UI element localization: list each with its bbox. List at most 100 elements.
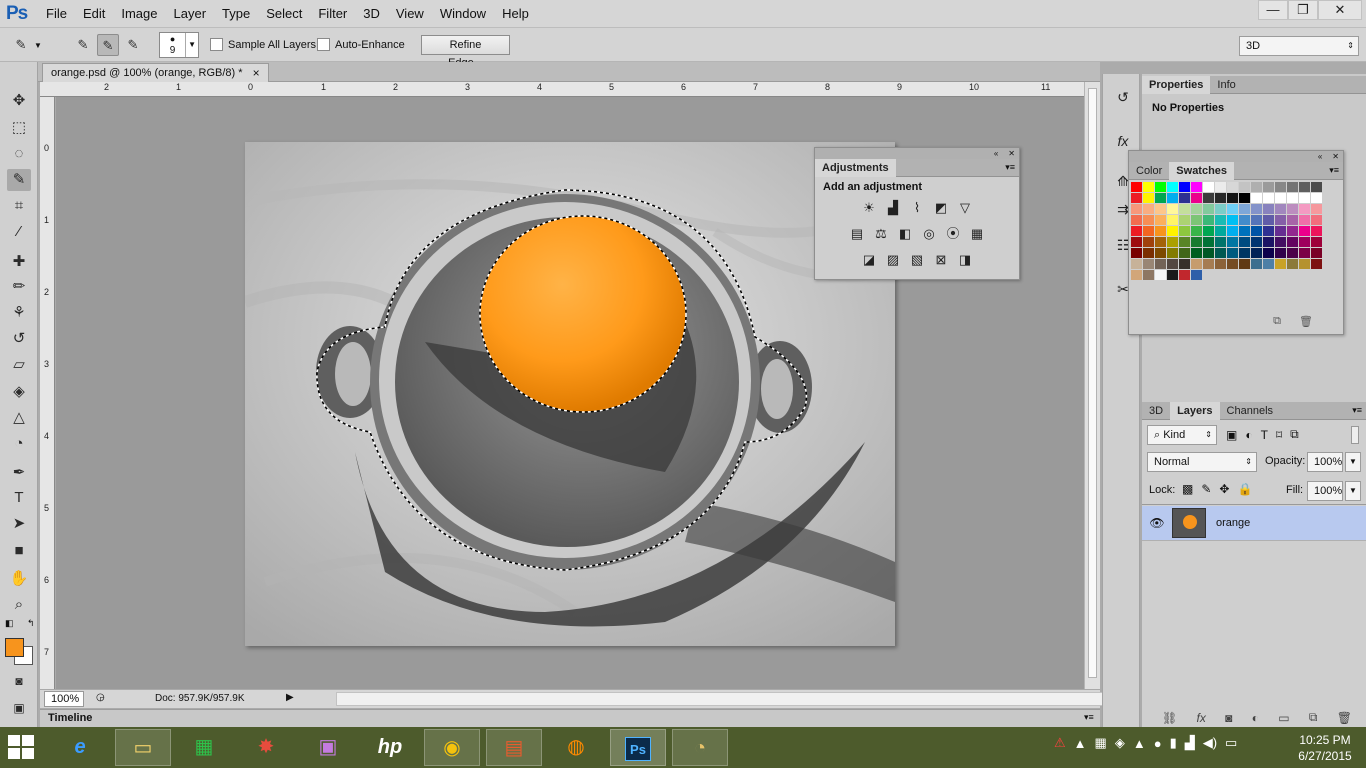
color-swatch[interactable] xyxy=(1299,259,1310,269)
tab-3d[interactable]: 3D xyxy=(1142,402,1170,420)
smart-object-filter-icon[interactable]: ⧉ xyxy=(1290,427,1299,442)
color-swatch[interactable] xyxy=(1167,248,1178,258)
invert-icon[interactable]: ◪ xyxy=(859,251,879,269)
menu-file[interactable]: File xyxy=(38,0,75,28)
color-swatch[interactable] xyxy=(1227,259,1238,269)
color-swatch[interactable] xyxy=(1263,204,1274,214)
color-swatch[interactable] xyxy=(1227,237,1238,247)
quick-selection-preset-icon[interactable]: ✎ xyxy=(10,34,32,56)
color-swatch[interactable] xyxy=(1203,204,1214,214)
workspace-select[interactable]: 3D ⇕ xyxy=(1239,36,1359,56)
quick-selection-tool-icon[interactable]: ✎ xyxy=(7,169,31,191)
chevron-down-icon[interactable]: ▼ xyxy=(34,41,42,50)
adjustment-layer-icon[interactable]: ◐ xyxy=(1252,711,1259,725)
styles-icon[interactable]: fx xyxy=(1112,130,1134,152)
default-colors-icon[interactable]: ◧ xyxy=(5,618,14,629)
vertical-scroll-thumb[interactable] xyxy=(1088,88,1097,678)
levels-icon[interactable]: ▟ xyxy=(883,199,903,217)
collapse-panel-icon[interactable]: « xyxy=(994,149,998,158)
color-swatch[interactable] xyxy=(1263,193,1274,203)
canvas-area[interactable]: « ✕ Adjustments ▾≡ Add an adjustment ☀ ▟… xyxy=(56,97,1084,689)
healing-brush-tool-icon[interactable]: ✚ xyxy=(7,251,31,273)
color-swatch[interactable] xyxy=(1263,248,1274,258)
color-swatch[interactable] xyxy=(1311,248,1322,258)
color-swatch[interactable] xyxy=(1227,215,1238,225)
color-swatch[interactable] xyxy=(1143,237,1154,247)
color-swatch[interactable] xyxy=(1263,215,1274,225)
tray-app-icon[interactable]: ● xyxy=(1154,736,1162,751)
eye-icon[interactable]: 👁 xyxy=(1142,516,1172,530)
history-icon[interactable]: ↺ xyxy=(1112,86,1134,108)
pen-tool-icon[interactable]: ✒ xyxy=(7,462,31,484)
subtract-from-selection-icon[interactable]: ✎ xyxy=(122,34,144,56)
refine-edge-button[interactable]: Refine Edge... xyxy=(421,35,510,69)
panel-menu-icon[interactable]: ▾≡ xyxy=(1084,712,1094,723)
tab-adjustments[interactable]: Adjustments xyxy=(815,158,896,177)
color-swatch[interactable] xyxy=(1251,204,1262,214)
photo-filter-icon[interactable]: ◎ xyxy=(919,225,939,243)
color-swatch[interactable] xyxy=(1191,248,1202,258)
firefox-icon[interactable]: ◍ xyxy=(548,729,604,766)
eyedropper-tool-icon[interactable]: ⁄ xyxy=(7,221,31,243)
swatch-grid[interactable] xyxy=(1131,182,1327,280)
path-selection-tool-icon[interactable]: ➤ xyxy=(7,513,31,535)
color-swatch[interactable] xyxy=(1239,193,1250,203)
color-swatch[interactable] xyxy=(1179,259,1190,269)
collapse-panel-icon[interactable]: « xyxy=(1318,152,1322,161)
color-swatch[interactable] xyxy=(1143,270,1154,280)
color-swatch[interactable] xyxy=(1239,182,1250,192)
color-swatch[interactable] xyxy=(1143,182,1154,192)
channel-mixer-icon[interactable]: ⦿ xyxy=(943,225,963,243)
filter-toggle[interactable] xyxy=(1351,426,1359,444)
type-tool-icon[interactable]: T xyxy=(7,487,31,509)
zoom-field[interactable]: 100% xyxy=(44,691,84,707)
vibrance-icon[interactable]: ▽ xyxy=(955,199,975,217)
color-swatch[interactable] xyxy=(1215,204,1226,214)
history-brush-tool-icon[interactable]: ↺ xyxy=(7,328,31,350)
color-swatch[interactable] xyxy=(1275,259,1286,269)
adjustment-filter-icon[interactable]: ◐ xyxy=(1245,428,1252,442)
color-swatch[interactable] xyxy=(1131,204,1142,214)
paint-palette-icon[interactable]: ◔ xyxy=(672,729,728,766)
curves-icon[interactable]: ⌇ xyxy=(907,199,927,217)
color-swatch[interactable] xyxy=(1179,215,1190,225)
color-swatch[interactable] xyxy=(1179,193,1190,203)
close-panel-icon[interactable]: ✕ xyxy=(1008,149,1015,158)
color-swatch[interactable] xyxy=(1131,215,1142,225)
color-swatch[interactable] xyxy=(1143,193,1154,203)
color-swatch[interactable] xyxy=(1275,193,1286,203)
hue-saturation-icon[interactable]: ▤ xyxy=(847,225,867,243)
color-swatch[interactable] xyxy=(1155,259,1166,269)
color-swatch[interactable] xyxy=(1311,204,1322,214)
color-swatch[interactable] xyxy=(1263,226,1274,236)
color-swatch[interactable] xyxy=(1203,237,1214,247)
threshold-icon[interactable]: ▧ xyxy=(907,251,927,269)
notification-alert-icon[interactable]: ⚠ xyxy=(1054,735,1066,751)
menu-3d[interactable]: 3D xyxy=(355,0,388,28)
marquee-tool-icon[interactable]: ⬚ xyxy=(7,117,31,139)
fill-field[interactable]: 100% xyxy=(1307,481,1343,501)
screen-mode-icon[interactable]: ▣ xyxy=(7,697,31,719)
color-swatch[interactable] xyxy=(1131,248,1142,258)
color-swatch[interactable] xyxy=(1167,237,1178,247)
color-swatch[interactable] xyxy=(1155,248,1166,258)
posterize-icon[interactable]: ▨ xyxy=(883,251,903,269)
layer-mask-icon[interactable]: ◙ xyxy=(1225,711,1232,725)
store-icon[interactable]: ▦ xyxy=(176,729,232,766)
color-swatch[interactable] xyxy=(1227,204,1238,214)
color-swatch[interactable] xyxy=(1227,182,1238,192)
color-swatch[interactable] xyxy=(1155,237,1166,247)
color-swatch[interactable] xyxy=(1203,248,1214,258)
color-swatch[interactable] xyxy=(1167,182,1178,192)
tab-layers[interactable]: Layers xyxy=(1170,401,1220,420)
color-swatch[interactable] xyxy=(1239,204,1250,214)
color-swatch[interactable] xyxy=(1203,226,1214,236)
move-tool-icon[interactable]: ✥ xyxy=(7,90,31,112)
color-swatch[interactable] xyxy=(1167,193,1178,203)
blend-mode-select[interactable]: Normal ⇕ xyxy=(1147,452,1257,472)
color-swatch[interactable] xyxy=(1251,182,1262,192)
color-swatch[interactable] xyxy=(1179,204,1190,214)
battery-icon[interactable]: ▮ xyxy=(1170,735,1177,751)
color-swatch[interactable] xyxy=(1227,193,1238,203)
color-swatch[interactable] xyxy=(1143,226,1154,236)
